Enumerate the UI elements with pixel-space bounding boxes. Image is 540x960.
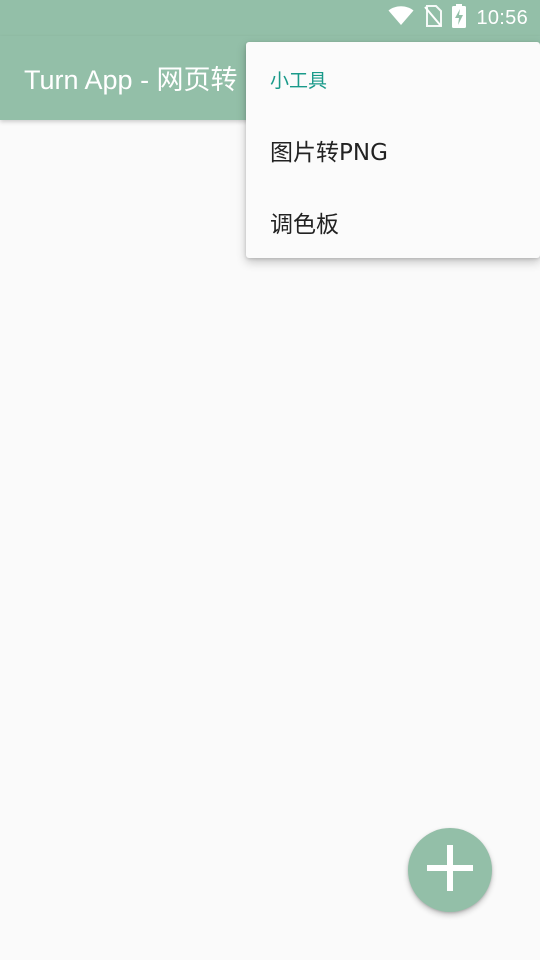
status-time: 10:56 — [476, 6, 528, 29]
wifi-icon — [388, 6, 414, 30]
menu-item-label: 图片转PNG — [270, 140, 388, 166]
add-fab-button[interactable] — [408, 828, 492, 912]
app-title: Turn App - 网页转 — [24, 65, 238, 95]
menu-item-label: 调色板 — [270, 212, 339, 238]
menu-item-color-palette[interactable]: 调色板 — [246, 186, 540, 258]
status-icons: 10:56 — [388, 0, 528, 36]
no-sim-icon — [424, 5, 443, 31]
battery-charging-icon — [452, 4, 467, 32]
plus-icon — [424, 842, 476, 898]
overflow-menu: 小工具 图片转PNG 调色板 — [246, 42, 540, 258]
menu-item-image-to-png[interactable]: 图片转PNG — [246, 114, 540, 186]
status-bar: 10:56 — [0, 0, 540, 36]
menu-header: 小工具 — [270, 70, 328, 92]
screen: 10:56 Turn App - 网页转 小工具 图片转PNG 调色板 — [0, 0, 540, 960]
